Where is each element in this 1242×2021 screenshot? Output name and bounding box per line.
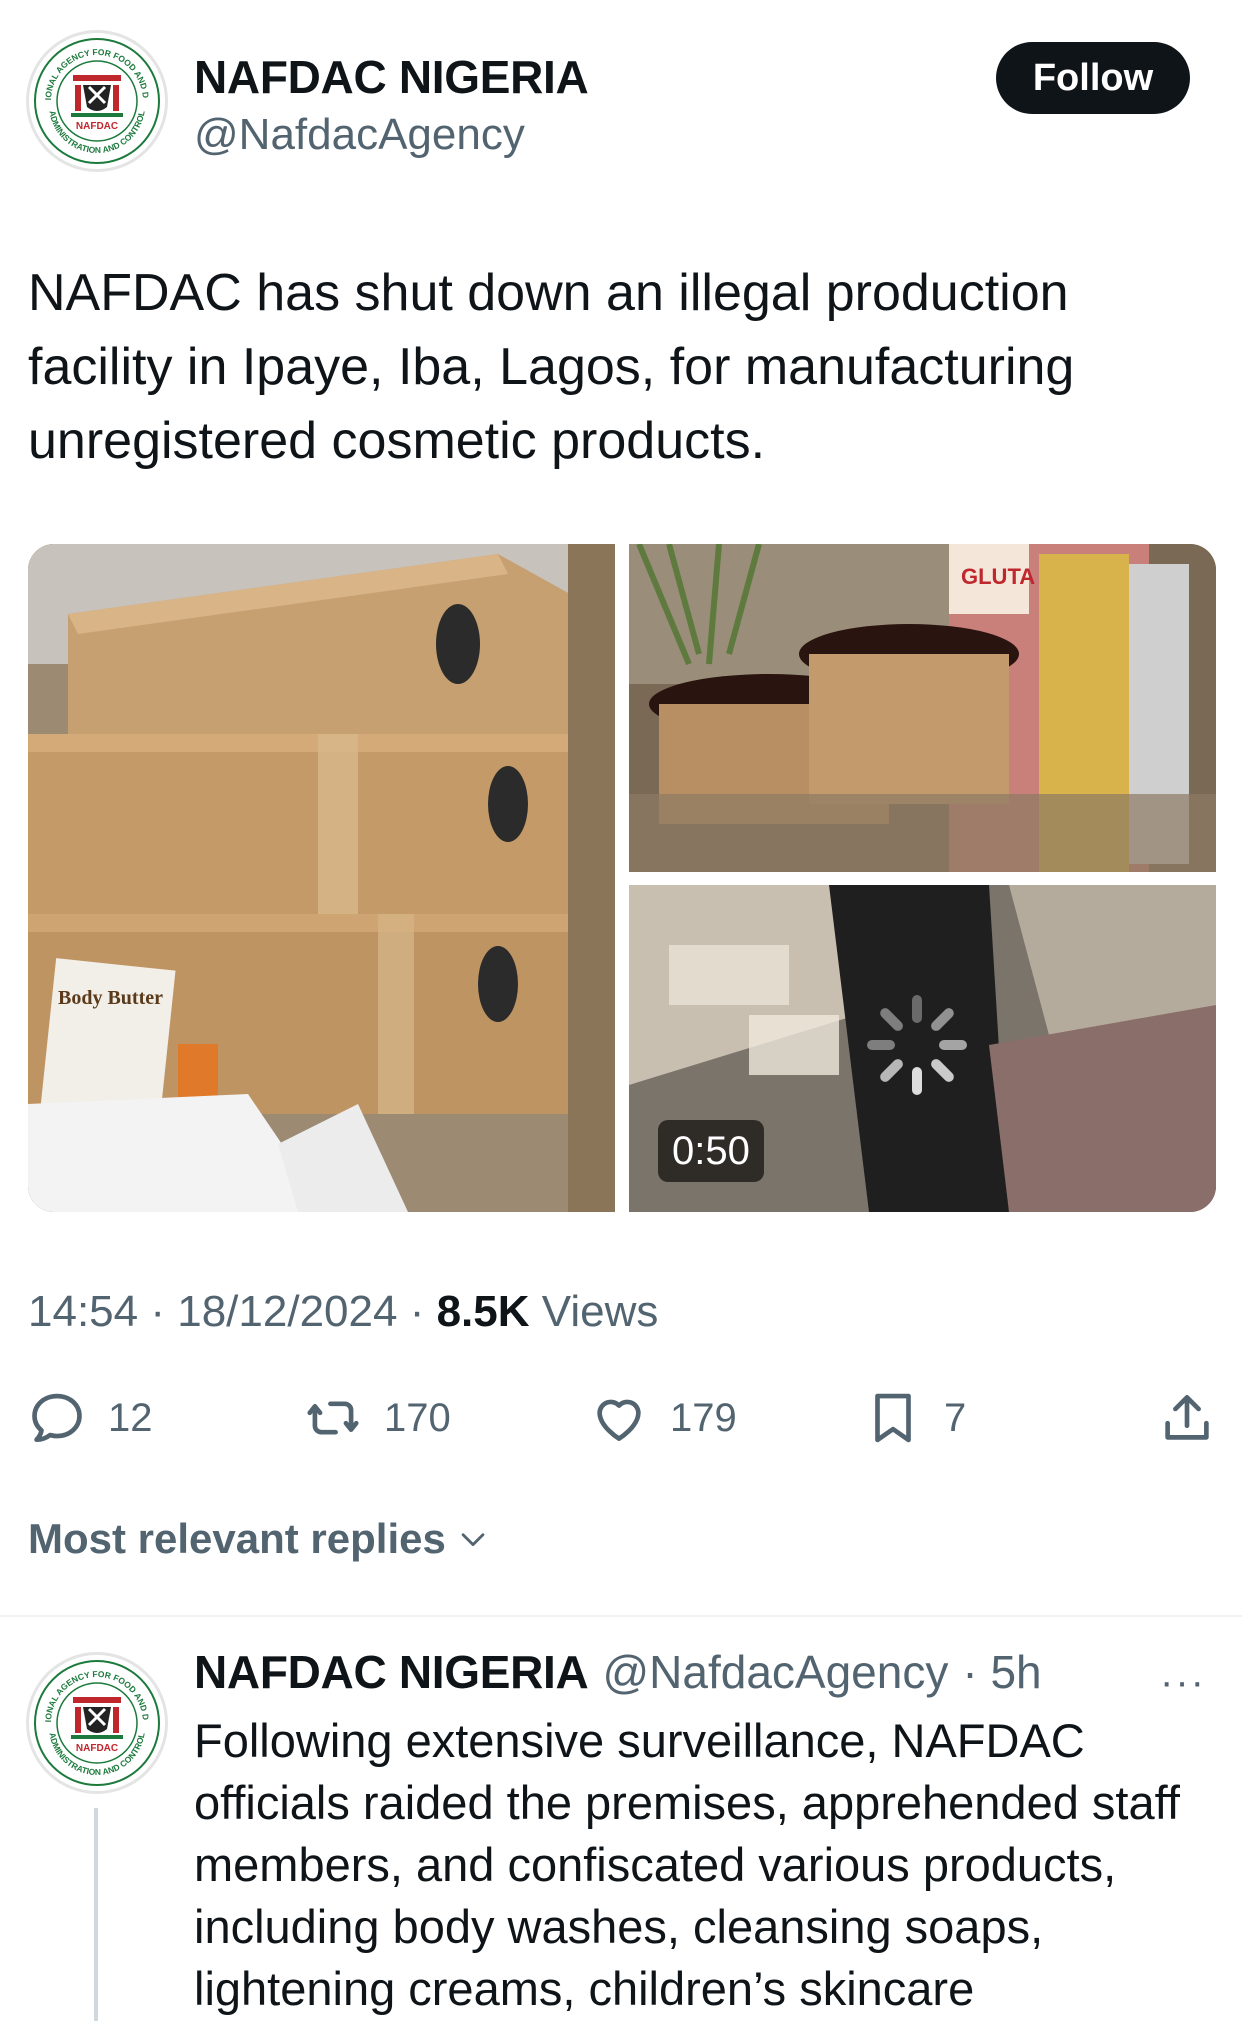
share-icon bbox=[1165, 1395, 1209, 1440]
repost-icon bbox=[307, 1401, 359, 1435]
share-action[interactable] bbox=[1156, 1383, 1218, 1453]
photo-bottles[interactable]: GLUTA bbox=[629, 544, 1216, 872]
more-options-icon[interactable]: ··· bbox=[1160, 1660, 1206, 1705]
chevron-down-icon bbox=[461, 1533, 485, 1547]
repost-count: 170 bbox=[384, 1395, 451, 1440]
video-duration-badge: 0:50 bbox=[658, 1120, 764, 1182]
reply-time[interactable]: · 5h bbox=[962, 1645, 1041, 1699]
logo-center-text: NAFDAC bbox=[76, 1743, 118, 1754]
video-thumbnail[interactable]: 0:50 bbox=[629, 885, 1216, 1212]
views-count: 8.5K bbox=[436, 1287, 530, 1336]
tweet-text: NAFDAC has shut down an illegal producti… bbox=[28, 264, 1075, 470]
bookmark-action[interactable]: 7 bbox=[862, 1383, 966, 1453]
section-divider bbox=[0, 1615, 1242, 1617]
photo-cartons[interactable]: Body Butter bbox=[28, 544, 615, 1212]
follow-button[interactable]: Follow bbox=[996, 42, 1190, 114]
reply-text: Following extensive surveillance, NAFDAC… bbox=[194, 1714, 1180, 2015]
repost-action[interactable]: 170 bbox=[302, 1383, 451, 1453]
reply-header: NAFDAC NIGERIA @NafdacAgency · 5h bbox=[194, 1645, 1042, 1699]
like-count: 179 bbox=[670, 1395, 737, 1440]
tweet-date[interactable]: 18/12/2024 bbox=[177, 1287, 397, 1336]
body-butter-label: Body Butter bbox=[58, 987, 163, 1009]
tweet-time[interactable]: 14:54 bbox=[28, 1287, 138, 1336]
thread-connector-line bbox=[94, 1808, 98, 2021]
bookmark-icon bbox=[875, 1393, 911, 1443]
replies-sort-label: Most relevant replies bbox=[28, 1515, 446, 1562]
reply-author-handle[interactable]: @NafdacAgency bbox=[602, 1645, 948, 1699]
views-label: Views bbox=[541, 1287, 659, 1336]
media-grid: Body Butter GLUTA 0:50 bbox=[28, 544, 1216, 1212]
heart-icon bbox=[597, 1399, 641, 1441]
author-avatar[interactable]: NATIONAL AGENCY FOR FOOD AND DRUG ADMINI… bbox=[26, 30, 168, 172]
like-action[interactable]: 179 bbox=[588, 1383, 737, 1453]
reply-action[interactable]: 12 bbox=[26, 1383, 153, 1453]
nafdac-logo: NATIONAL AGENCY FOR FOOD AND DRUG ADMINI… bbox=[31, 35, 160, 164]
replies-sort-dropdown[interactable]: Most relevant replies bbox=[28, 1515, 490, 1563]
author-handle[interactable]: @NafdacAgency bbox=[194, 110, 525, 160]
gluta-sign-label: GLUTA bbox=[961, 564, 1035, 589]
bookmark-count: 7 bbox=[944, 1395, 967, 1440]
tweet-meta: 14:54 · 18/12/2024 · 8.5K Views bbox=[28, 1287, 658, 1337]
author-name[interactable]: NAFDAC NIGERIA bbox=[194, 50, 589, 104]
reply-author-name[interactable]: NAFDAC NIGERIA bbox=[194, 1645, 589, 1699]
reply-bubble-icon bbox=[32, 1393, 82, 1443]
meta-separator: · bbox=[409, 1287, 425, 1336]
nafdac-logo: NATIONAL AGENCY FOR FOOD AND DRUG ADMINI… bbox=[31, 1657, 160, 1786]
meta-separator: · bbox=[150, 1287, 165, 1336]
logo-center-text: NAFDAC bbox=[76, 121, 118, 132]
reply-author-avatar[interactable]: NATIONAL AGENCY FOR FOOD AND DRUG ADMINI… bbox=[26, 1652, 168, 1794]
reply-count: 12 bbox=[108, 1395, 153, 1440]
